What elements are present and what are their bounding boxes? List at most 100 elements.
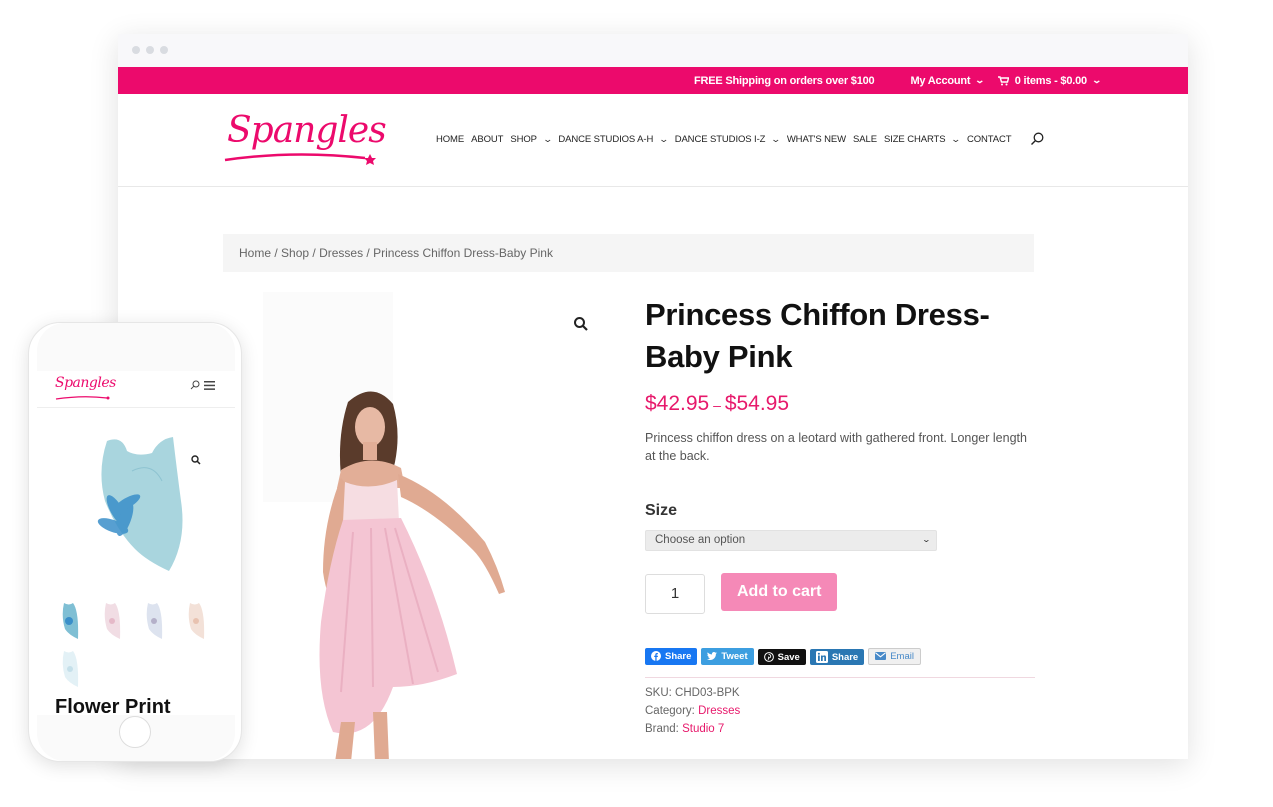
hamburger-menu-icon[interactable] [204,380,215,390]
pinterest-save-button[interactable]: Save [757,649,806,665]
linkedin-icon [815,651,828,663]
thumbnail-peach[interactable] [187,601,207,641]
product-short-description: Princess chiffon dress on a leotard with… [645,431,1027,463]
sku-label: SKU: [645,687,672,699]
top-promo-bar: FREE Shipping on orders over $100 My Acc… [118,67,1188,94]
chevron-down-icon: ⌄ [921,535,932,544]
mobile-phone-mockup: Spangles Flower Print [28,322,242,762]
mobile-logo[interactable]: Spangles [55,375,116,391]
mobile-header-icons [190,380,215,390]
linkedin-share-button[interactable]: Share [809,649,865,665]
email-share-label: Email [890,650,914,662]
mobile-product-image[interactable] [77,431,197,581]
breadcrumb-separator: / [363,246,374,260]
pinterest-save-label: Save [777,651,800,663]
nav-item-about[interactable]: ABOUT [471,134,503,145]
thumbnail-pink[interactable] [103,601,123,641]
logo-swoosh-star-icon [224,153,376,165]
nav-item-home[interactable]: HOME [436,134,464,145]
social-share-buttons: Share Tweet Save Share Email [645,647,1035,665]
nav-item-what-s-new[interactable]: WHAT'S NEW [787,134,846,145]
nav-item-label: SHOP [510,133,537,145]
envelope-icon [875,652,887,660]
thumbnail-lilac[interactable] [145,601,165,641]
mobile-logo-swoosh-icon [55,396,110,400]
nav-item-label: SIZE CHARTS [883,133,946,145]
spangles-logo[interactable]: Spangles [223,108,387,170]
nav-item-contact[interactable]: CONTACT [967,134,1012,145]
email-share-button[interactable]: Email [868,647,921,665]
pinterest-icon [763,652,774,662]
phone-top-bezel [37,323,235,371]
search-icon[interactable] [190,380,200,390]
chevron-down-icon: ⌄ [1091,75,1102,85]
nav-item-label: DANCE STUDIOS I-Z [674,133,766,145]
twitter-bird-icon [707,651,718,660]
free-shipping-text: FREE Shipping on orders over $100 [694,74,875,87]
nav-item-label: HOME [436,133,465,145]
facebook-share-button[interactable]: Share [645,647,698,665]
sku-value: CHD03-BPK [675,687,740,699]
brand-link[interactable]: Studio 7 [682,723,724,735]
nav-item-label: DANCE STUDIOS A-H [558,133,654,145]
size-select-value: Choose an option [655,534,746,546]
size-select[interactable]: Choose an option ⌄ [645,530,937,551]
main-nav: HOME ABOUT SHOP ⌄ DANCE STUDIOS A-H ⌄ DANCE ST… [436,132,1044,146]
linkedin-share-label: Share [831,651,859,663]
chevron-down-icon: ⌄ [542,133,553,144]
product-meta: SKU: CHD03-BPK Category: Dresses Brand: … [645,684,1035,738]
thumbnail-light-blue[interactable] [61,649,81,689]
breadcrumb: Home / Shop / Dresses / Princess Chiffon… [223,234,1034,272]
price-separator: – [709,397,725,413]
add-to-cart-button[interactable]: Add to cart [721,573,838,611]
nav-item-label: CONTACT [966,133,1012,145]
nav-item-dance-studios-a-h[interactable]: DANCE STUDIOS A-H ⌄ [558,133,670,145]
mobile-thumbnail-strip [61,601,221,689]
search-icon[interactable] [1030,132,1044,146]
breadcrumb-home[interactable]: Home [239,246,271,260]
window-controls [132,46,168,54]
add-to-cart-row: 1 Add to cart [645,573,1035,615]
product-summary: Princess Chiffon Dress-Baby Pink $42.95 … [645,294,1035,738]
cart-summary: 0 items - $0.00 [1014,74,1087,87]
brand-label: Brand: [645,723,679,735]
meta-divider [645,677,1035,678]
cart-icon [997,75,1009,85]
nav-item-sale[interactable]: SALE [853,134,877,145]
breadcrumb-separator: / [271,246,282,260]
chevron-down-icon: ⌄ [658,133,670,144]
tweet-label: Tweet [721,650,748,662]
nav-item-dance-studios-i-z[interactable]: DANCE STUDIOS I-Z ⌄ [674,133,782,145]
mobile-header: Spangles [37,371,235,408]
brand-row: Brand: Studio 7 [645,720,1035,738]
product-image[interactable] [223,292,613,759]
my-account-label: My Account [910,74,971,87]
logo-text: Spangles [227,110,387,151]
my-account-menu[interactable]: My Account ⌄ [910,74,985,87]
product-title: Princess Chiffon Dress-Baby Pink [645,297,990,374]
price-low: $42.95 [645,392,710,415]
sku-row: SKU: CHD03-BPK [645,684,1035,702]
breadcrumb-dresses[interactable]: Dresses [319,246,363,260]
window-dot [146,46,154,54]
facebook-share-label: Share [665,650,692,662]
product-price-range: $42.95 – $54.95 [645,392,1035,416]
zoom-magnifier-icon[interactable] [573,316,589,332]
phone-screen: Spangles Flower Print [37,371,235,721]
window-dot [160,46,168,54]
desktop-browser-mockup: FREE Shipping on orders over $100 My Acc… [118,34,1188,759]
category-label: Category: [645,705,695,717]
quantity-input[interactable]: 1 [645,574,705,614]
breadcrumb-shop[interactable]: Shop [281,246,309,260]
twitter-tweet-button[interactable]: Tweet [701,647,754,665]
thumbnail-blue[interactable] [61,601,81,641]
chevron-down-icon: ⌄ [770,133,782,144]
nav-item-size-charts[interactable]: SIZE CHARTS ⌄ [883,133,962,145]
nav-item-shop[interactable]: SHOP ⌄ [510,133,553,145]
category-link[interactable]: Dresses [698,705,740,717]
nav-item-label: ABOUT [471,133,504,145]
window-dot [132,46,140,54]
mobile-zoom-magnifier-icon[interactable] [191,455,201,465]
product-gallery[interactable] [223,292,613,759]
mini-cart[interactable]: 0 items - $0.00 ⌄ [997,74,1102,87]
